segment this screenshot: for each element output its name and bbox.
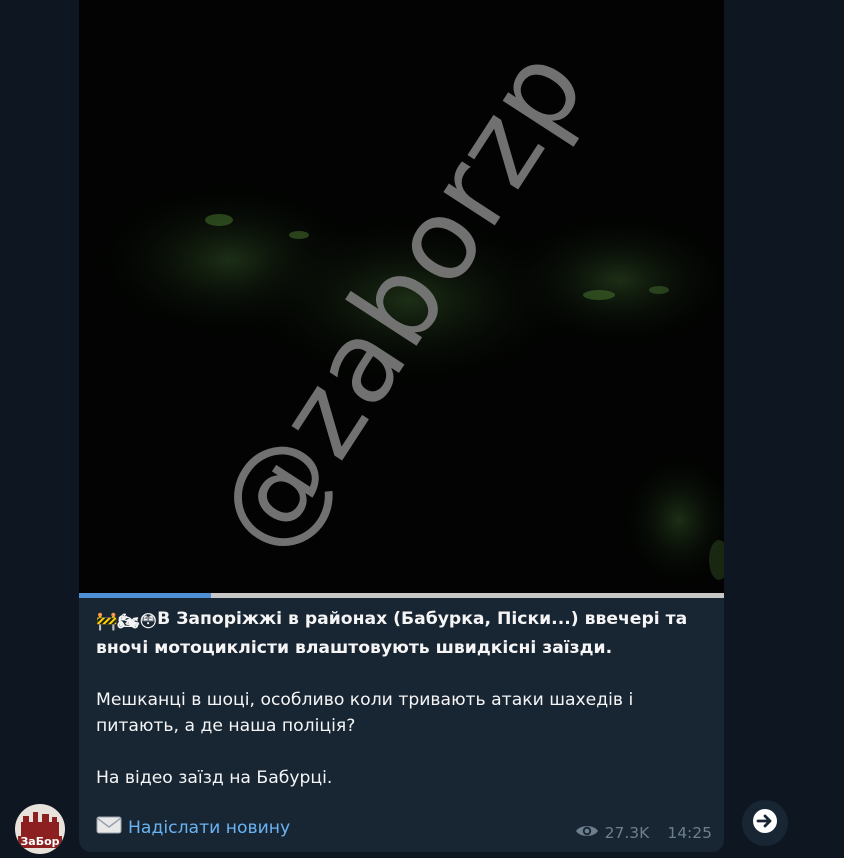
- video-progress-fill: [79, 593, 212, 598]
- forward-arrow-icon: [750, 806, 780, 840]
- eye-icon: [575, 824, 599, 842]
- send-news-label: Надіслати новину: [128, 817, 291, 838]
- channel-avatar[interactable]: ЗаБор: [15, 804, 65, 854]
- caption-headline: В Запоріжжі в районах (Бабурка, Піски...…: [96, 609, 688, 658]
- video-player[interactable]: @zaborzp: [79, 0, 724, 593]
- caption-headline-row: 🚧🏍😳В Запоріжжі в районах (Бабурка, Піски…: [96, 606, 708, 661]
- post-caption: 🚧🏍😳В Запоріжжі в районах (Бабурка, Піски…: [96, 606, 708, 791]
- channel-post: @zaborzp 🚧🏍😳В Запоріжжі в районах (Бабур…: [79, 0, 724, 852]
- envelope-icon: [96, 815, 122, 840]
- view-count: 27.3K: [604, 824, 650, 842]
- send-news-link[interactable]: Надіслати новину: [96, 815, 290, 840]
- video-progress-bar[interactable]: [79, 593, 724, 598]
- post-time: 14:25: [667, 824, 712, 842]
- avatar-label: ЗаБор: [20, 835, 60, 848]
- caption-paragraph-2: Мешканці в шоці, особливо коли тривають …: [96, 690, 634, 736]
- share-button[interactable]: [742, 800, 788, 846]
- post-meta: 27.3K 14:25: [575, 824, 712, 842]
- caption-emojis: 🚧🏍😳: [96, 612, 158, 632]
- caption-paragraph-3: На відео заїзд на Бабурці.: [96, 768, 333, 788]
